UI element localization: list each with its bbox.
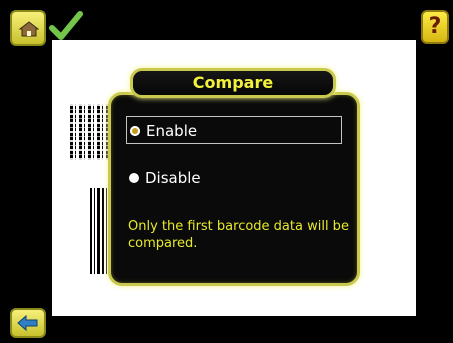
datamatrix-barcode-image bbox=[70, 104, 110, 160]
help-button[interactable]: ? bbox=[421, 10, 449, 44]
help-icon: ? bbox=[428, 14, 442, 39]
radio-selected-icon bbox=[130, 126, 140, 136]
enable-option[interactable]: Enable bbox=[126, 116, 342, 144]
back-button[interactable] bbox=[10, 308, 46, 338]
disable-option[interactable]: Disable bbox=[126, 164, 342, 192]
disable-label: Disable bbox=[145, 169, 201, 187]
enable-label: Enable bbox=[146, 122, 198, 140]
back-arrow-icon bbox=[17, 314, 38, 332]
camera-screen: ? Compare Enable Disable Only the first … bbox=[0, 0, 453, 343]
linear-barcode-image bbox=[90, 188, 110, 274]
compare-note: Only the first barcode data will be comp… bbox=[128, 219, 349, 251]
checkmark-icon bbox=[49, 11, 83, 40]
home-icon bbox=[19, 21, 39, 37]
radio-unselected-icon bbox=[129, 173, 139, 183]
dialog-title: Compare bbox=[130, 68, 336, 98]
home-button[interactable] bbox=[10, 10, 46, 46]
